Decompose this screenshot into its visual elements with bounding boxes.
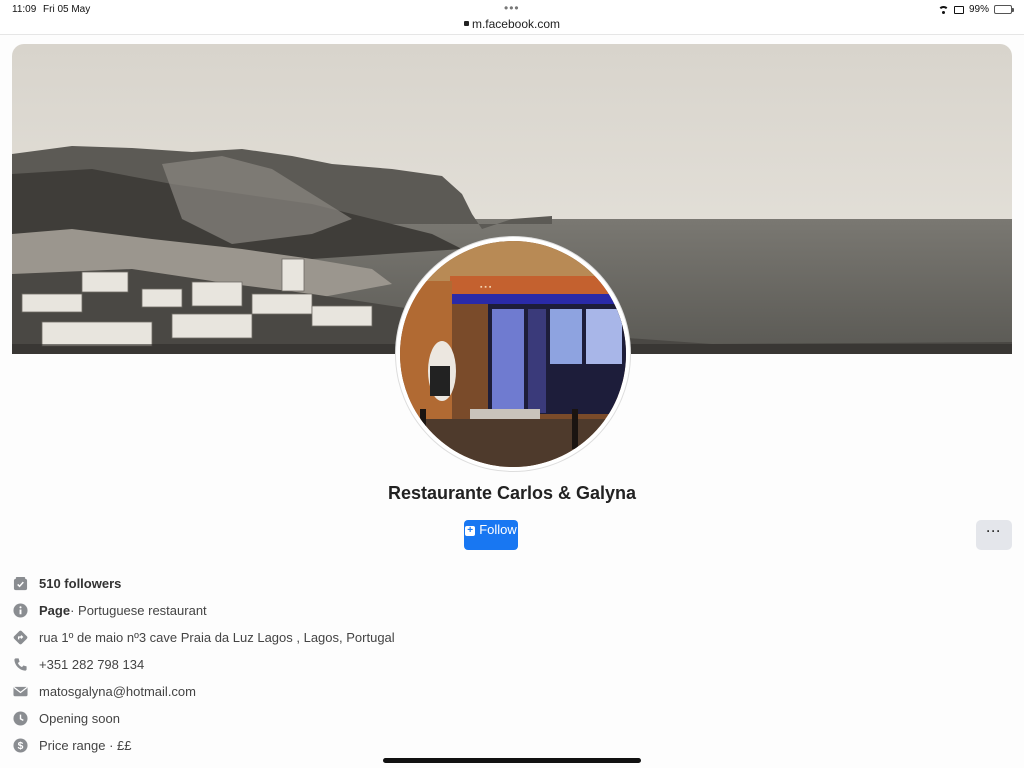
home-indicator[interactable] xyxy=(383,758,641,763)
multitask-dots-icon[interactable]: ••• xyxy=(504,1,520,15)
phone-row[interactable]: +351 282 798 134 xyxy=(12,651,912,678)
battery-percent: 99% xyxy=(968,4,989,15)
status-time: 11:09 xyxy=(12,4,37,15)
battery-icon xyxy=(994,5,1014,14)
address-bar[interactable]: m.facebook.com xyxy=(0,17,1024,31)
status-icons: 99% xyxy=(937,4,1014,15)
followers-check-icon xyxy=(12,576,28,592)
followers-count: 510 followers xyxy=(39,576,122,591)
screen-mirroring-icon xyxy=(953,5,964,14)
followers-row[interactable]: 510 followers xyxy=(12,570,912,597)
page-category: · Portuguese restaurant xyxy=(70,603,207,618)
restaurant-sign-text: ▪ ▪ ▪ xyxy=(480,284,492,291)
address-url: m.facebook.com xyxy=(471,17,561,31)
ellipsis-icon: ··· xyxy=(986,524,1002,538)
clock-icon xyxy=(12,711,28,727)
restaurant-storefront-photo: ▪ ▪ ▪ xyxy=(400,241,626,467)
address-row[interactable]: rua 1º de maio nº3 cave Praia da Luz Lag… xyxy=(12,624,912,651)
follow-button[interactable]: + Follow xyxy=(464,520,518,550)
category-row: Page · Portuguese restaurant xyxy=(12,597,912,624)
status-date: Fri 05 May xyxy=(43,4,91,15)
directions-icon xyxy=(12,630,28,646)
price-row: $ Price range · ££ xyxy=(12,732,912,759)
address-text: rua 1º de maio nº3 cave Praia da Luz Lag… xyxy=(39,630,395,645)
page-label: Page xyxy=(39,603,71,618)
page-title: Restaurante Carlos & Galyna xyxy=(387,483,637,503)
status-bar: 11:09 Fri 05 May ••• m.facebook.com 99% xyxy=(0,0,1024,35)
follow-plus-icon: + xyxy=(465,526,476,536)
email-address: matosgalyna@hotmail.com xyxy=(39,684,196,699)
hours-row[interactable]: Opening soon xyxy=(12,705,912,732)
profile-picture[interactable]: ▪ ▪ ▪ xyxy=(396,237,630,471)
wifi-icon xyxy=(937,5,949,14)
phone-icon xyxy=(12,657,28,673)
price-dollar-icon: $ xyxy=(12,738,28,754)
info-icon xyxy=(12,603,28,619)
follow-button-label: Follow xyxy=(479,522,517,537)
phone-number: +351 282 798 134 xyxy=(39,657,145,672)
price-range: Price range · ££ xyxy=(39,738,132,753)
lock-icon xyxy=(463,21,469,27)
opening-hours: Opening soon xyxy=(39,711,120,726)
svg-text:$: $ xyxy=(17,741,23,752)
more-options-button[interactable]: ··· xyxy=(976,520,1012,550)
email-row[interactable]: matosgalyna@hotmail.com xyxy=(12,678,912,705)
page-info-list: 510 followers Page · Portuguese restaura… xyxy=(12,570,912,759)
email-icon xyxy=(12,684,28,700)
